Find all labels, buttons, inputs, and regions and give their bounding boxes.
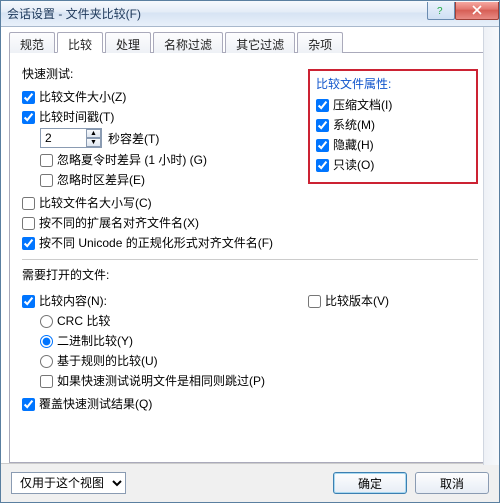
compare-timestamp-checkbox[interactable] (22, 111, 35, 124)
titlebar: 会话设置 - 文件夹比较(F) ? (1, 1, 499, 27)
align-unicode-label: 按不同 Unicode 的正规化形式对齐文件名(F) (39, 234, 273, 251)
ignore-dst-label: 忽略夏令时差异 (1 小时) (G) (57, 151, 207, 168)
attr-archive-label: 压缩文档(I) (333, 96, 392, 113)
scope-select[interactable]: 仅用于这个视图 (11, 472, 126, 494)
attr-hidden-checkbox[interactable] (316, 139, 329, 152)
spin-up[interactable]: ▲ (86, 129, 101, 138)
binary-radio[interactable] (40, 335, 53, 348)
quick-test-title: 快速测试: (22, 65, 308, 82)
compare-content-checkbox[interactable] (22, 295, 35, 308)
attr-system-checkbox[interactable] (316, 119, 329, 132)
binary-label: 二进制比较(Y) (57, 332, 133, 349)
rules-radio[interactable] (40, 355, 53, 368)
override-quick-label: 覆盖快速测试结果(Q) (39, 395, 152, 412)
attributes-box: 比较文件属性: 压缩文档(I) 系统(M) 隐藏(H) (308, 69, 478, 184)
seconds-diff-label: 秒容差(T) (108, 130, 159, 147)
open-files-title: 需要打开的文件: (22, 266, 478, 283)
compare-timestamp-label: 比较时间戳(T) (39, 108, 114, 125)
help-button[interactable]: ? (427, 2, 455, 20)
tab-name-filter[interactable]: 名称过滤 (153, 32, 223, 53)
attr-system-label: 系统(M) (333, 116, 375, 133)
tab-panel-compare: 快速测试: 比较文件大小(Z) 比较时间戳(T) ▲ (9, 53, 491, 463)
spin-down[interactable]: ▼ (86, 138, 101, 147)
case-sensitive-checkbox[interactable] (22, 197, 35, 210)
footer: 仅用于这个视图 ▼ 确定 取消 (1, 463, 499, 502)
align-ext-checkbox[interactable] (22, 217, 35, 230)
tab-gui[interactable]: 规范 (9, 32, 55, 53)
scrollbar[interactable] (483, 27, 499, 465)
align-unicode-checkbox[interactable] (22, 237, 35, 250)
crc-radio[interactable] (40, 315, 53, 328)
compare-content-label: 比较内容(N): (39, 292, 107, 309)
ignore-tz-label: 忽略时区差异(E) (57, 171, 145, 188)
divider (22, 259, 478, 260)
compare-size-label: 比较文件大小(Z) (39, 88, 126, 105)
compare-version-checkbox[interactable] (308, 295, 321, 308)
rules-label: 基于规则的比较(U) (57, 352, 158, 369)
ignore-dst-checkbox[interactable] (40, 154, 53, 167)
ignore-tz-checkbox[interactable] (40, 174, 53, 187)
attr-hidden-label: 隐藏(H) (333, 136, 374, 153)
cancel-button[interactable]: 取消 (415, 472, 489, 494)
attr-readonly-label: 只读(O) (333, 156, 374, 173)
tabs: 规范 比较 处理 名称过滤 其它过滤 杂项 (9, 31, 491, 53)
skip-if-same-checkbox[interactable] (40, 375, 53, 388)
tab-other-filter[interactable]: 其它过滤 (225, 32, 295, 53)
compare-size-checkbox[interactable] (22, 91, 35, 104)
attr-archive-checkbox[interactable] (316, 99, 329, 112)
tab-process[interactable]: 处理 (105, 32, 151, 53)
crc-label: CRC 比较 (57, 312, 110, 329)
tab-compare[interactable]: 比较 (57, 32, 103, 53)
attributes-title: 比较文件属性: (316, 75, 470, 92)
svg-text:?: ? (437, 6, 443, 15)
ok-button[interactable]: 确定 (333, 472, 407, 494)
tab-misc[interactable]: 杂项 (297, 32, 343, 53)
case-sensitive-label: 比较文件名大小写(C) (39, 194, 152, 211)
compare-version-label: 比较版本(V) (325, 292, 389, 309)
align-ext-label: 按不同的扩展名对齐文件名(X) (39, 214, 199, 231)
skip-if-same-label: 如果快速测试说明文件是相同则跳过(P) (57, 372, 265, 389)
close-button[interactable] (455, 2, 499, 20)
override-quick-checkbox[interactable] (22, 398, 35, 411)
attr-readonly-checkbox[interactable] (316, 159, 329, 172)
window-title: 会话设置 - 文件夹比较(F) (7, 5, 427, 22)
